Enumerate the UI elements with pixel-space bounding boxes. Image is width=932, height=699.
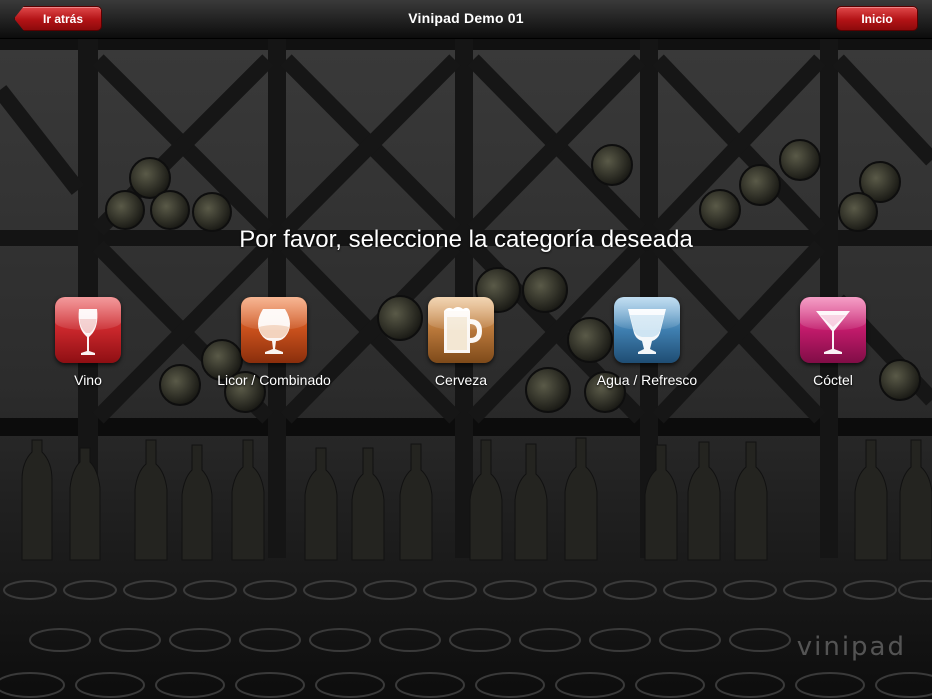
category-label: Cóctel xyxy=(813,372,853,388)
brandy-glass-icon[interactable] xyxy=(241,297,307,363)
category-label: Licor / Combinado xyxy=(217,372,331,388)
category-water-soda[interactable]: Agua / Refresco xyxy=(567,297,727,388)
home-button[interactable]: Inicio xyxy=(836,6,918,31)
beer-mug-icon[interactable] xyxy=(428,297,494,363)
category-label: Vino xyxy=(74,372,102,388)
category-beer[interactable]: Cerveza xyxy=(381,297,541,388)
category-wine[interactable]: Vino xyxy=(8,297,168,388)
wine-glass-icon[interactable] xyxy=(55,297,121,363)
category-label: Agua / Refresco xyxy=(596,372,698,388)
category-label: Cerveza xyxy=(434,372,488,388)
vinipad-watermark: vinipad xyxy=(796,632,906,662)
category-liquor[interactable]: Licor / Combinado xyxy=(194,297,354,388)
navigation-bar: Ir atrás Vinipad Demo 01 Inicio xyxy=(0,0,932,39)
category-cocktail[interactable]: Cóctel xyxy=(753,297,913,388)
page-title: Vinipad Demo 01 xyxy=(408,10,524,26)
cocktail-glass-icon[interactable] xyxy=(800,297,866,363)
category-prompt: Por favor, seleccione la categoría desea… xyxy=(239,226,693,253)
water-glass-icon[interactable] xyxy=(614,297,680,363)
